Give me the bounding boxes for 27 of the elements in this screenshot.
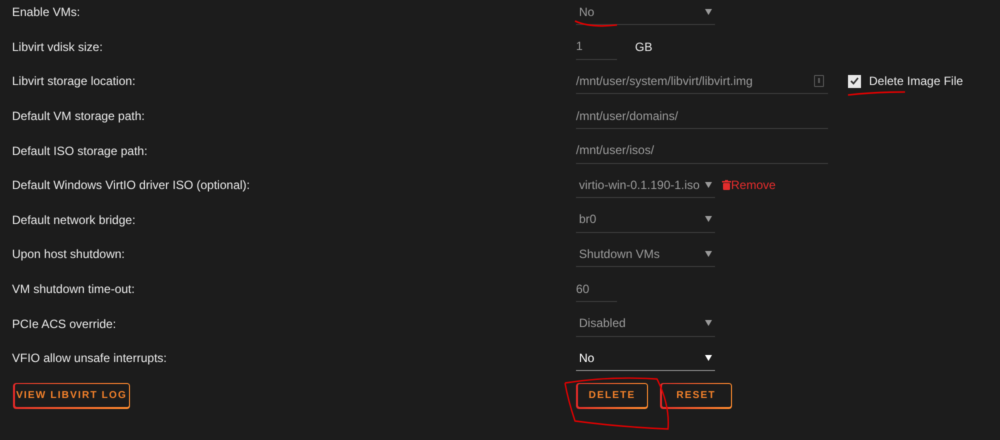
setting-label: VM shutdown time-out:	[11, 281, 136, 298]
caret-icon	[705, 354, 712, 361]
file-picker-icon	[814, 74, 824, 87]
action-button[interactable]: VIEW LIBVIRT LOG	[13, 382, 130, 409]
caret-icon	[705, 216, 712, 222]
trash-icon	[722, 180, 731, 190]
setting-label: Default network bridge:	[11, 212, 136, 229]
checkbox-label: Delete Image File	[869, 73, 964, 90]
setting-label: VFIO allow unsafe interrupts:	[11, 350, 168, 368]
setting-label: Libvirt storage location:	[11, 73, 136, 90]
annotation-stroke	[574, 20, 618, 27]
setting-label: Default VM storage path:	[11, 108, 146, 126]
annotation-stroke	[848, 91, 905, 96]
setting-label: Upon host shutdown:	[11, 246, 126, 264]
caret-icon	[705, 320, 712, 326]
setting-label: PCIe ACS override:	[11, 316, 118, 333]
action-button[interactable]: RESET	[660, 382, 732, 409]
unit-label: GB	[635, 38, 652, 56]
action-button[interactable]: DELETE	[576, 382, 648, 409]
setting-label: Enable VMs:	[11, 4, 82, 22]
setting-label: Default Windows VirtIO driver ISO (optional):	[11, 177, 251, 194]
caret-icon	[705, 182, 712, 188]
select-field[interactable]: No	[576, 345, 715, 372]
setting-label: Default ISO storage path:	[11, 142, 148, 160]
setting-label: Libvirt vdisk size:	[11, 38, 104, 56]
caret-icon	[705, 250, 712, 257]
caret-icon	[705, 8, 712, 15]
